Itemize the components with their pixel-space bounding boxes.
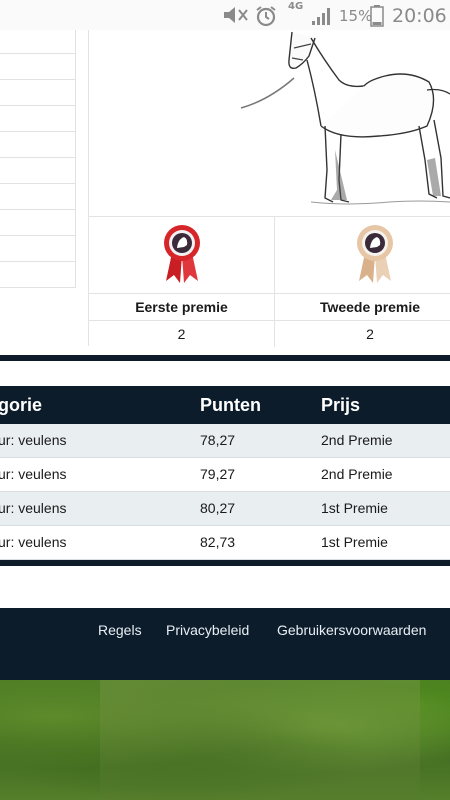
table-row	[0, 106, 76, 132]
award-label: Eerste premie	[89, 293, 274, 321]
cell-category: ur: veulens	[0, 500, 67, 516]
award-label: Tweede premie	[275, 293, 450, 321]
red-rosette-icon	[164, 225, 200, 283]
cell-prize: 2nd Premie	[321, 432, 393, 448]
table-row: ur: veulens 82,73 1st Premie	[0, 526, 450, 560]
table-row	[0, 30, 76, 54]
table-row	[0, 210, 76, 236]
table-row	[0, 54, 76, 80]
table-row	[0, 132, 76, 158]
awards-table: Eerste premie 2 Tweede premie 2	[89, 216, 450, 347]
battery-percentage: 15%	[339, 7, 373, 25]
section-divider	[0, 355, 450, 361]
left-info-table	[0, 30, 76, 292]
clock: 20:06	[392, 5, 447, 27]
header-prize: Prijs	[321, 395, 361, 415]
award-count: 2	[177, 326, 186, 342]
header-category: gorie	[0, 395, 43, 415]
cell-prize: 1st Premie	[321, 534, 388, 550]
horse-image	[89, 30, 450, 216]
footer-link-terms[interactable]: Gebruikersvoorwaarden	[277, 622, 426, 638]
network-type: 4G	[288, 1, 304, 12]
cell-points: 82,73	[200, 534, 236, 550]
footer-link-rules[interactable]: Regels	[98, 622, 142, 638]
alarm-icon	[256, 6, 276, 27]
cell-points: 80,27	[200, 500, 236, 516]
table-row	[0, 80, 76, 106]
cell-category: ur: veulens	[0, 432, 67, 448]
cell-points: 78,27	[200, 432, 236, 448]
beige-rosette-icon	[357, 225, 393, 283]
table-row	[0, 236, 76, 262]
cell-prize: 2nd Premie	[321, 466, 393, 482]
battery-icon	[370, 5, 384, 27]
table-row: ur: veulens 78,27 2nd Premie	[0, 424, 450, 458]
results-table: gorie Punten Prijs ur: veulens 78,27 2nd…	[0, 386, 450, 566]
award-second-prize: Tweede premie 2	[275, 217, 450, 347]
background-grass-image	[0, 680, 450, 800]
table-row	[0, 158, 76, 184]
cell-points: 79,27	[200, 466, 236, 482]
header-points: Punten	[200, 395, 261, 415]
status-bar: 4G 15% 20:06	[0, 0, 450, 30]
cell-category: ur: veulens	[0, 466, 67, 482]
cell-prize: 1st Premie	[321, 500, 388, 516]
award-first-prize: Eerste premie 2	[89, 217, 275, 347]
table-row: ur: veulens 80,27 1st Premie	[0, 492, 450, 526]
table-header: gorie Punten Prijs	[0, 386, 450, 424]
cell-category: ur: veulens	[0, 534, 67, 550]
mute-icon	[224, 7, 248, 23]
award-count: 2	[366, 326, 374, 342]
signal-icon	[312, 8, 330, 25]
table-row	[0, 262, 76, 288]
table-footer-bar	[0, 560, 450, 566]
table-row	[0, 184, 76, 210]
table-row: ur: veulens 79,27 2nd Premie	[0, 458, 450, 492]
footer-link-privacy[interactable]: Privacybeleid	[166, 622, 249, 638]
site-footer: Regels Privacybeleid Gebruikersvoorwaard…	[0, 608, 450, 680]
